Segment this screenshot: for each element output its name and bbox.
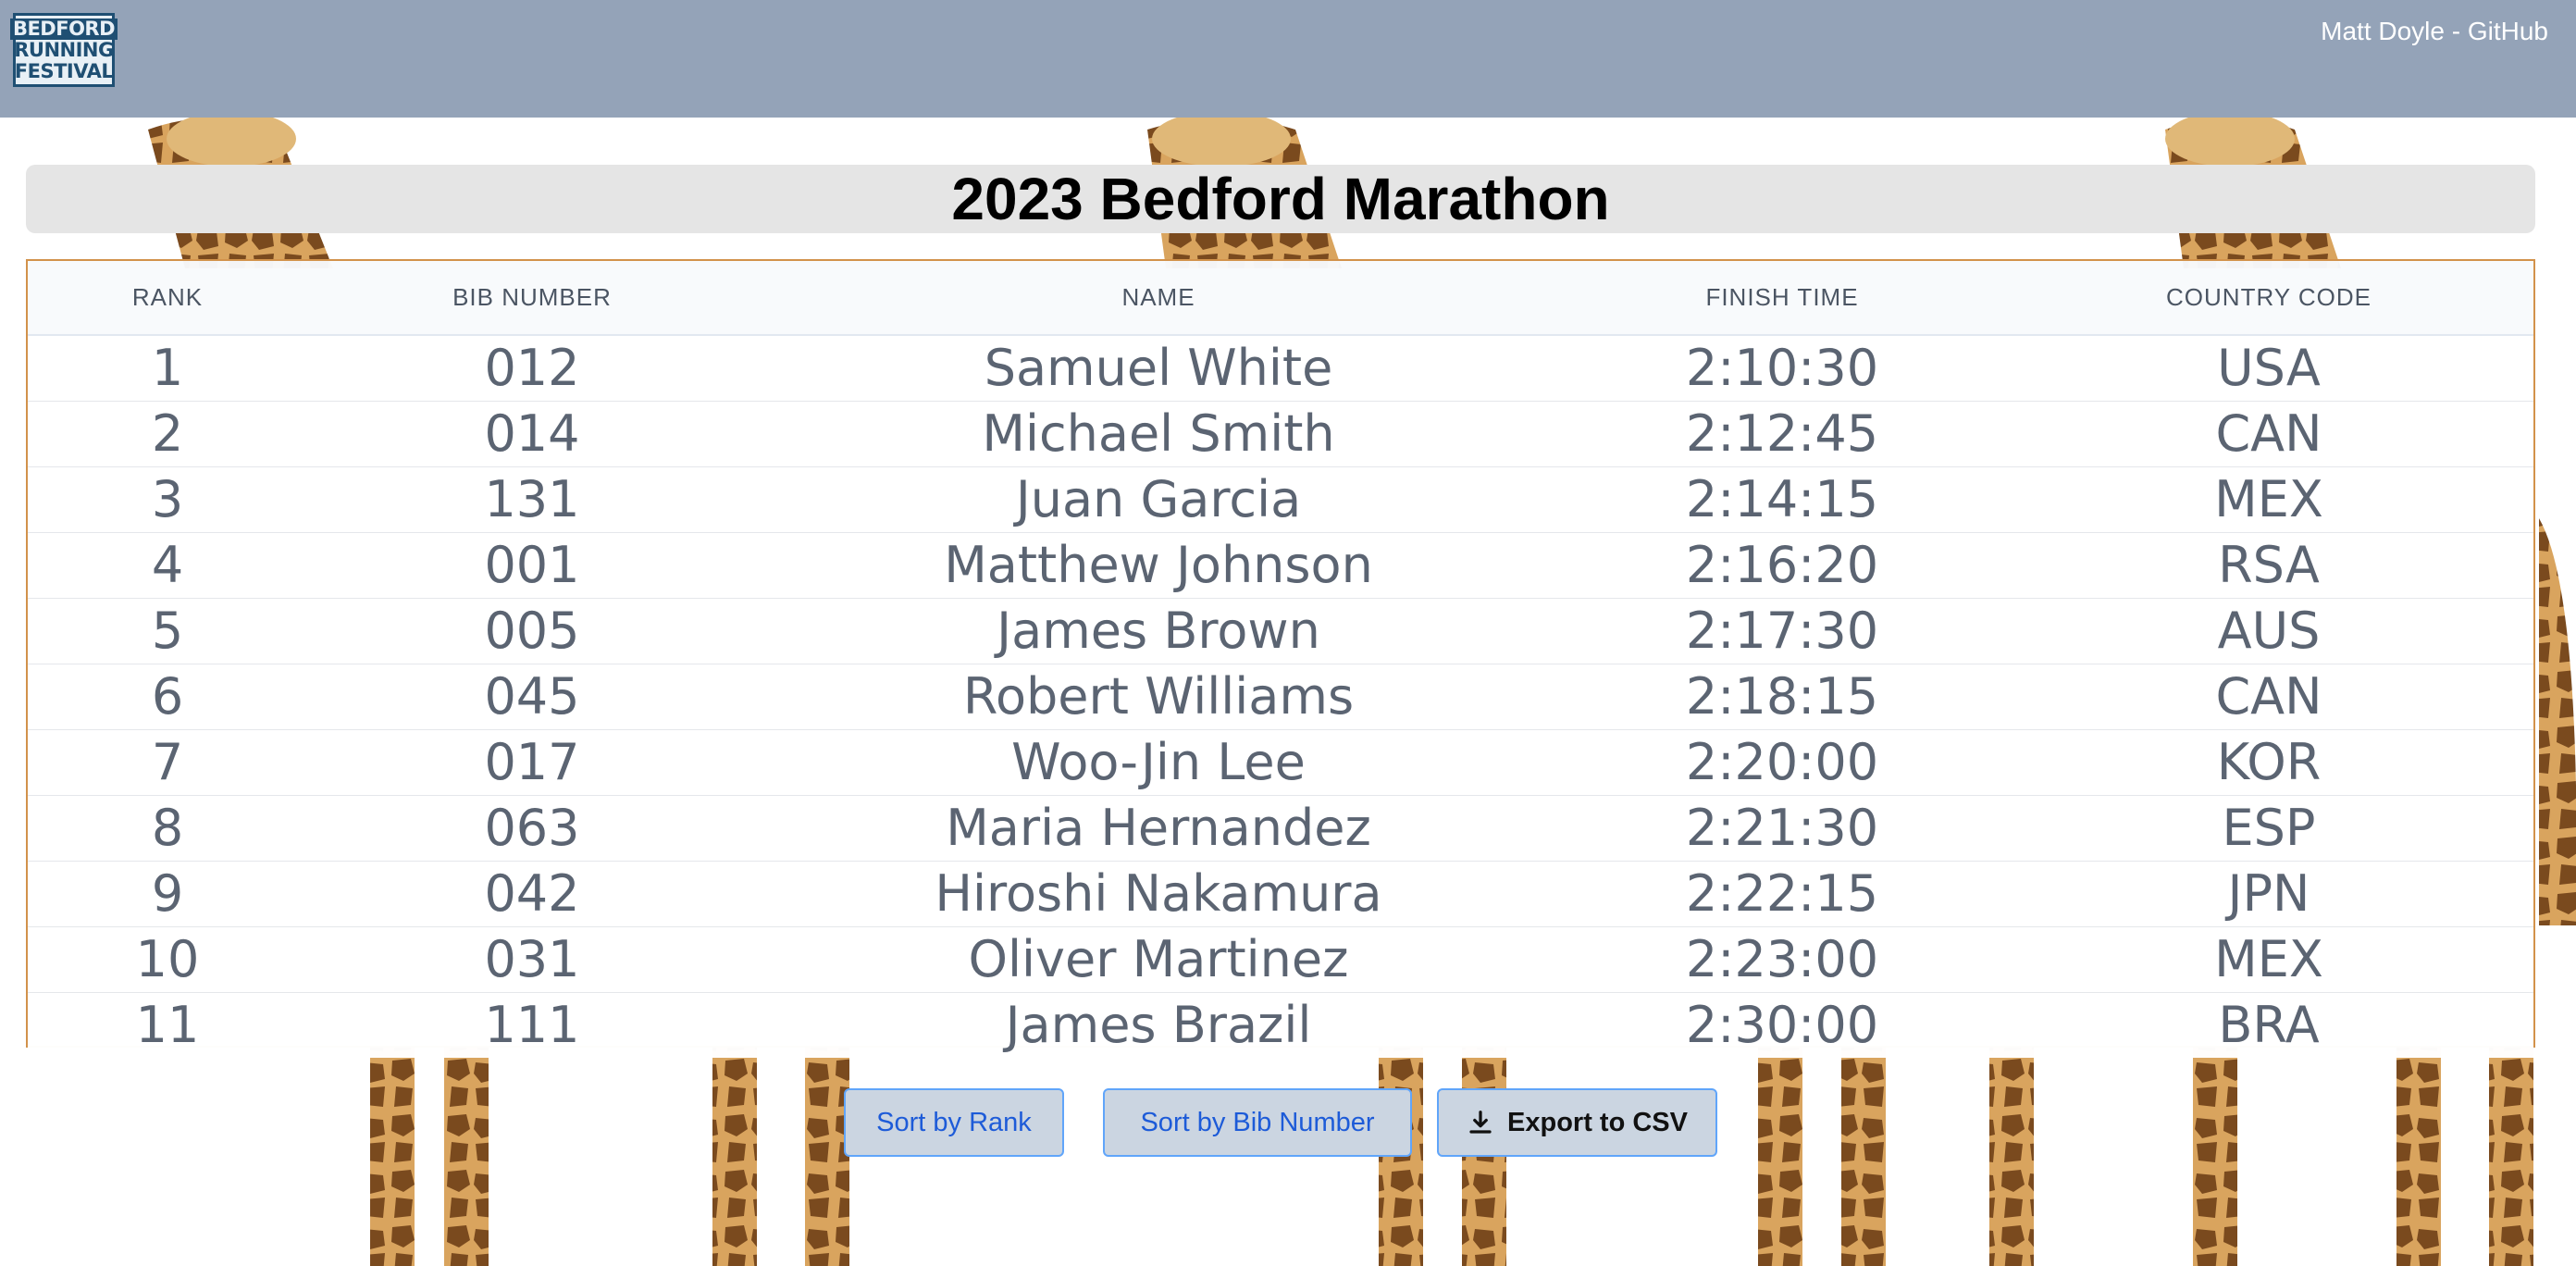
- cell-rank: 2: [151, 404, 184, 463]
- cell-time: 2:20:00: [1685, 733, 1879, 791]
- cell-name: Maria Hernandez: [946, 799, 1371, 857]
- top-header: Bedford Running Festival Matt Doyle - Gi…: [0, 0, 2576, 118]
- cell-bib: 131: [484, 470, 580, 528]
- cell-time: 2:23:00: [1685, 930, 1879, 988]
- cell-name: Matthew Johnson: [944, 536, 1373, 594]
- column-header-bib-number[interactable]: Bib Number: [307, 261, 757, 335]
- cell-time: 2:14:15: [1685, 470, 1879, 528]
- column-header-name[interactable]: Name: [757, 261, 1560, 335]
- page-title: 2023 Bedford Marathon: [951, 166, 1610, 232]
- cell-name: Samuel White: [984, 339, 1333, 397]
- action-buttons: Sort by Rank Sort by Bib Number Export t…: [0, 1088, 2576, 1157]
- cell-rank: 10: [135, 930, 200, 988]
- page-title-bar: 2023 Bedford Marathon: [26, 165, 2535, 233]
- cell-country: MEX: [2214, 470, 2323, 528]
- cell-rank: 8: [151, 799, 184, 857]
- cell-country: CAN: [2215, 667, 2322, 726]
- cell-country: RSA: [2218, 536, 2320, 594]
- cell-name: Hiroshi Nakamura: [935, 864, 1382, 923]
- github-link[interactable]: Matt Doyle - GitHub: [2321, 17, 2548, 46]
- cell-bib: 005: [484, 602, 580, 660]
- cell-country: JPN: [2227, 864, 2310, 923]
- cell-rank: 4: [151, 536, 184, 594]
- cell-country: USA: [2217, 339, 2321, 397]
- cell-name: James Brown: [997, 602, 1320, 660]
- cell-name: Woo-Jin Lee: [1011, 733, 1306, 791]
- cell-bib: 045: [484, 667, 580, 726]
- cell-country: AUS: [2217, 602, 2321, 660]
- cell-time: 2:30:00: [1685, 996, 1879, 1054]
- cell-country: ESP: [2222, 799, 2316, 857]
- cell-rank: 9: [151, 864, 184, 923]
- table-row: 9 042 Hiroshi Nakamura 2:22:15 JPN: [28, 861, 2533, 927]
- cell-name: James Brazil: [1005, 996, 1312, 1054]
- logo-line-3: Festival: [14, 59, 114, 82]
- cell-name: Juan Garcia: [1015, 470, 1302, 528]
- cell-rank: 5: [151, 602, 184, 660]
- logo-line-2: Running: [14, 38, 114, 61]
- results-table-container: Rank Bib Number Name Finish Time Country…: [26, 259, 2535, 1058]
- cell-bib: 014: [484, 404, 580, 463]
- cell-time: 2:10:30: [1685, 339, 1879, 397]
- table-row: 3 131 Juan Garcia 2:14:15 MEX: [28, 466, 2533, 533]
- cell-country: BRA: [2218, 996, 2320, 1054]
- table-row: 6 045 Robert Williams 2:18:15 CAN: [28, 664, 2533, 730]
- logo-line-1: Bedford: [9, 18, 118, 40]
- export-to-csv-button[interactable]: Export to CSV: [1437, 1088, 1717, 1157]
- results-table: Rank Bib Number Name Finish Time Country…: [28, 261, 2533, 1058]
- table-row: 10 031 Oliver Martinez 2:23:00 MEX: [28, 926, 2533, 993]
- table-row: 8 063 Maria Hernandez 2:21:30 ESP: [28, 795, 2533, 862]
- cell-bib: 031: [484, 930, 580, 988]
- cell-name: Michael Smith: [982, 404, 1335, 463]
- cell-bib: 063: [484, 799, 580, 857]
- cell-rank: 1: [151, 339, 184, 397]
- cell-bib: 001: [484, 536, 580, 594]
- cell-rank: 6: [151, 667, 184, 726]
- bedford-running-festival-logo[interactable]: Bedford Running Festival: [9, 13, 118, 87]
- cell-bib: 111: [484, 996, 580, 1054]
- table-row: 2 014 Michael Smith 2:12:45 CAN: [28, 401, 2533, 467]
- download-icon: [1469, 1111, 1492, 1134]
- cell-country: CAN: [2215, 404, 2322, 463]
- sort-by-rank-button[interactable]: Sort by Rank: [844, 1088, 1064, 1157]
- cell-country: KOR: [2216, 733, 2322, 791]
- table-row: 1 012 Samuel White 2:10:30 USA: [28, 335, 2533, 402]
- column-header-rank[interactable]: Rank: [28, 261, 307, 335]
- cell-time: 2:17:30: [1685, 602, 1879, 660]
- cell-country: MEX: [2214, 930, 2323, 988]
- cell-bib: 017: [484, 733, 580, 791]
- table-row: 5 005 James Brown 2:17:30 AUS: [28, 598, 2533, 664]
- table-row: 4 001 Matthew Johnson 2:16:20 RSA: [28, 532, 2533, 599]
- cell-rank: 7: [151, 733, 184, 791]
- cell-time: 2:12:45: [1685, 404, 1879, 463]
- export-label: Export to CSV: [1507, 1107, 1688, 1137]
- sort-by-bib-number-button[interactable]: Sort by Bib Number: [1103, 1088, 1412, 1157]
- column-header-finish-time[interactable]: Finish Time: [1560, 261, 2004, 335]
- cell-rank: 3: [151, 470, 184, 528]
- table-header-row: Rank Bib Number Name Finish Time Country…: [28, 261, 2533, 335]
- column-header-country-code[interactable]: Country Code: [2004, 261, 2533, 335]
- table-row: 11 111 James Brazil 2:30:00 BRA: [28, 992, 2533, 1058]
- cell-time: 2:18:15: [1685, 667, 1879, 726]
- cell-rank: 11: [135, 996, 200, 1054]
- cell-time: 2:22:15: [1685, 864, 1879, 923]
- cell-name: Oliver Martinez: [968, 930, 1349, 988]
- cell-time: 2:21:30: [1685, 799, 1879, 857]
- table-row: 7 017 Woo-Jin Lee 2:20:00 KOR: [28, 729, 2533, 796]
- cell-bib: 042: [484, 864, 580, 923]
- cell-bib: 012: [484, 339, 580, 397]
- cell-time: 2:16:20: [1685, 536, 1879, 594]
- cell-name: Robert Williams: [962, 667, 1355, 726]
